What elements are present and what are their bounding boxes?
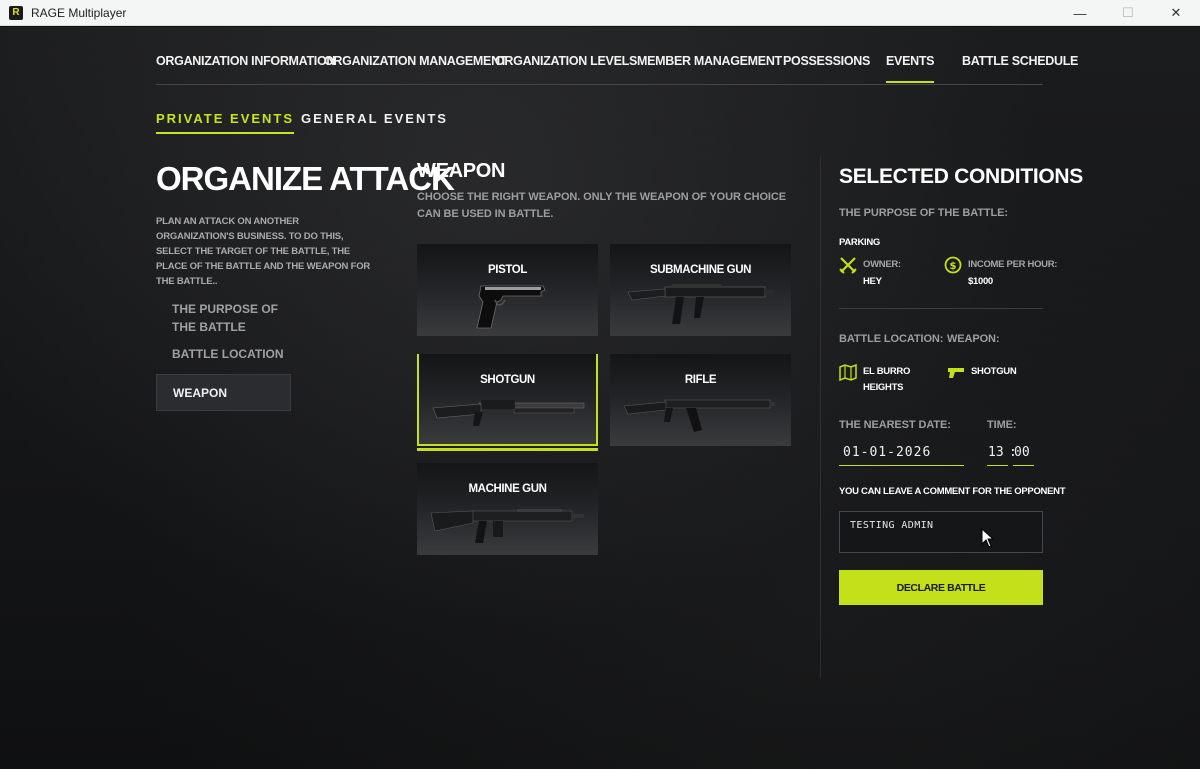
gun-icon xyxy=(948,368,964,378)
tab-organization-management[interactable]: ORGANIZATION MANAGEMENT xyxy=(324,54,507,68)
step-battle-location[interactable]: BATTLE LOCATION xyxy=(156,345,291,363)
date-field[interactable]: 01-01-2026 xyxy=(839,442,964,466)
tab-organization-information[interactable]: ORGANIZATION INFORMATION xyxy=(156,54,335,68)
weapon-section-description: CHOOSE THE RIGHT WEAPON. ONLY THE WEAPON… xyxy=(417,191,786,220)
income-value: $1000 xyxy=(968,276,993,287)
map-icon xyxy=(839,363,857,381)
time-hours-field[interactable]: 13 xyxy=(987,442,1008,466)
location-value-line-1: EL BURRO xyxy=(863,366,911,377)
subtab-private-events[interactable]: PRIVATE EVENTS xyxy=(156,111,295,134)
window-titlebar: R RAGE Multiplayer — ☐ ✕ xyxy=(0,0,1200,26)
step-purpose-of-battle[interactable]: THE PURPOSE OF THE BATTLE xyxy=(156,300,291,336)
weapon-card-pistol[interactable]: PISTOL xyxy=(417,244,598,336)
page-description: PLAN AN ATTACK ON ANOTHER ORGANIZATION'S… xyxy=(156,216,371,287)
window-title: RAGE Multiplayer xyxy=(31,5,127,20)
machine-gun-icon xyxy=(430,509,584,543)
weapon-value: SHOTGUN xyxy=(971,366,1017,377)
time-label: TIME: xyxy=(987,419,1017,431)
step-weapon[interactable]: WEAPON xyxy=(156,374,291,411)
selected-conditions-title: SELECTED CONDITIONS xyxy=(839,165,1083,188)
subtab-general-events[interactable]: GENERAL EVENTS xyxy=(301,111,448,132)
time-minutes-field[interactable]: 00 xyxy=(1013,442,1034,466)
top-navigation: ORGANIZATION INFORMATION ORGANIZATION MA… xyxy=(156,27,1078,85)
tab-possessions[interactable]: POSSESSIONS xyxy=(783,54,870,68)
smg-icon xyxy=(627,284,775,324)
maximize-button[interactable]: ☐ xyxy=(1104,0,1152,26)
app-logo-letter: R xyxy=(12,7,20,18)
crossed-swords-icon xyxy=(839,257,857,274)
weapon-section-title: WEAPON xyxy=(417,160,506,182)
weapon-label: WEAPON: xyxy=(947,333,1000,345)
tab-battle-schedule[interactable]: BATTLE SCHEDULE xyxy=(962,54,1078,68)
app-logo-icon: R xyxy=(9,5,23,20)
comment-input[interactable]: TESTING ADMIN xyxy=(839,511,1043,553)
tab-organization-levels[interactable]: ORGANIZATION LEVELS xyxy=(495,54,637,68)
income-label: INCOME PER HOUR: xyxy=(968,259,1058,270)
weapon-card-submachine-gun[interactable]: SUBMACHINE GUN xyxy=(610,244,791,336)
owner-label: OWNER: xyxy=(863,259,901,270)
tab-events[interactable]: EVENTS xyxy=(886,54,935,83)
selected-card-underline xyxy=(417,448,598,451)
pistol-icon xyxy=(476,285,546,329)
column-divider xyxy=(820,156,821,678)
target-name: PARKING xyxy=(839,237,881,248)
location-value-line-2: HEIGHTS xyxy=(863,382,904,393)
declare-battle-button[interactable]: DECLARE BATTLE xyxy=(839,570,1043,605)
weapon-card-shotgun[interactable]: SHOTGUN xyxy=(417,354,598,446)
date-label: THE NEAREST DATE: xyxy=(839,419,951,431)
mouse-cursor-icon xyxy=(981,528,995,548)
weapon-card-rifle[interactable]: RIFLE xyxy=(610,354,791,446)
comment-label: YOU CAN LEAVE A COMMENT FOR THE OPPONENT xyxy=(839,486,1066,497)
page-title: ORGANIZE ATTACK xyxy=(156,160,455,197)
window-controls: — ☐ ✕ xyxy=(1056,0,1200,26)
svg-text:$: $ xyxy=(950,261,957,272)
conditions-divider xyxy=(839,308,1043,309)
weapon-card-machine-gun[interactable]: MACHINE GUN xyxy=(417,463,598,555)
owner-value: HEY xyxy=(863,276,882,287)
location-label: BATTLE LOCATION: xyxy=(839,333,944,345)
tab-member-management[interactable]: MEMBER MANAGEMENT xyxy=(637,54,782,68)
minimize-button[interactable]: — xyxy=(1056,0,1104,26)
shotgun-icon xyxy=(432,400,585,426)
purpose-label: THE PURPOSE OF THE BATTLE: xyxy=(839,207,1008,219)
rifle-icon xyxy=(623,399,775,432)
close-button[interactable]: ✕ xyxy=(1152,0,1200,26)
coin-icon: $ xyxy=(944,256,962,274)
